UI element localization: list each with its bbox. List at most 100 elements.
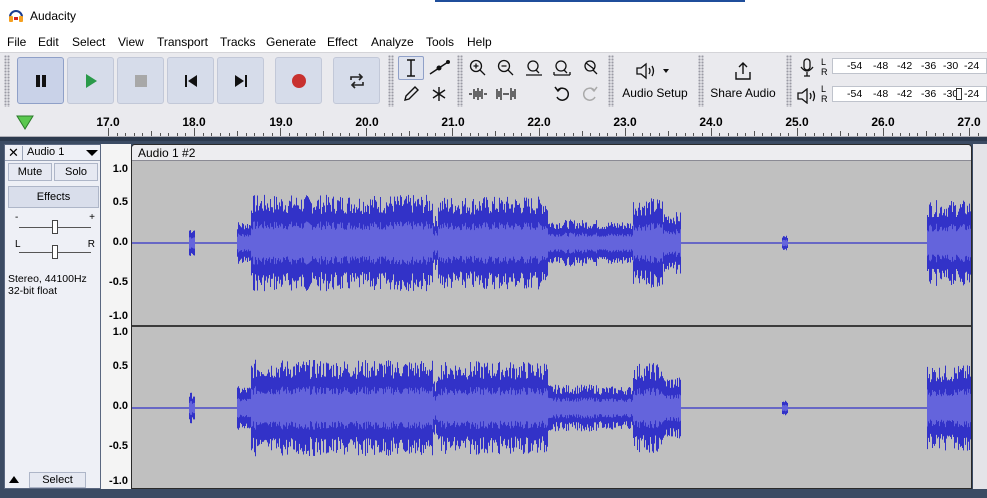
selection-tool-button[interactable]: [398, 56, 424, 80]
menu-analyze[interactable]: Analyze: [371, 35, 414, 49]
ruler-tick: [685, 133, 686, 136]
menu-edit[interactable]: Edit: [38, 35, 59, 49]
menu-transport[interactable]: Transport: [157, 35, 208, 49]
stop-button[interactable]: [117, 57, 164, 104]
toolbar-grip[interactable]: [388, 55, 394, 107]
playback-meter[interactable]: -54 -48 -42 -36 -30 -24: [832, 86, 987, 102]
fit-project-button[interactable]: [549, 56, 575, 80]
ruler-tick: [418, 133, 419, 136]
multi-tool-button[interactable]: [426, 82, 452, 106]
draw-tool-button[interactable]: [398, 82, 424, 106]
trim-audio-button[interactable]: [465, 82, 491, 106]
ruler-label: 26.0: [871, 115, 895, 129]
collapse-track-icon[interactable]: [9, 476, 19, 483]
zoom-out-button[interactable]: [493, 56, 519, 80]
solo-button[interactable]: Solo: [54, 163, 98, 181]
title-accent-line: [435, 0, 745, 2]
ruler-tick: [142, 133, 143, 136]
track-name: Audio 1: [27, 146, 65, 158]
ruler-tick: [151, 131, 152, 136]
ruler-tick: [530, 133, 531, 136]
pause-icon: [35, 74, 46, 87]
meter-tick: -54: [847, 88, 863, 100]
meter-tick: -54: [847, 60, 863, 72]
meter-tick: -24: [964, 88, 980, 100]
loop-button[interactable]: [333, 57, 380, 104]
effects-button[interactable]: Effects: [8, 186, 99, 208]
skip-to-start-button[interactable]: [167, 57, 214, 104]
zoom-in-button[interactable]: [465, 56, 491, 80]
ruler-tick: [513, 133, 514, 136]
meter-tick: -30: [943, 60, 959, 72]
play-head-triangle-icon[interactable]: [15, 114, 35, 131]
record-meter[interactable]: -54 -48 -42 -36 -30 -24: [832, 58, 987, 74]
playback-volume-thumb[interactable]: [956, 88, 962, 100]
skip-to-end-button[interactable]: [217, 57, 264, 104]
track-format-bits: 32-bit float: [8, 285, 58, 297]
meter-tick: -42: [897, 60, 913, 72]
ruler-tick: [444, 133, 445, 136]
zoom-in-icon: [469, 59, 486, 76]
ruler-tick: [211, 133, 212, 136]
scale-label: -0.5: [109, 440, 128, 452]
gain-slider[interactable]: - +: [15, 212, 95, 234]
clip-title-bar[interactable]: Audio 1 #2: [132, 145, 971, 161]
menu-help[interactable]: Help: [467, 35, 492, 49]
meter-tick: -48: [873, 88, 889, 100]
audio-setup-button[interactable]: Audio Setup: [617, 55, 693, 107]
ruler-tick: [668, 131, 669, 136]
meter-tick: -42: [897, 88, 913, 100]
menu-tracks[interactable]: Tracks: [220, 35, 256, 49]
speaker-icon: [636, 62, 669, 80]
fit-selection-button[interactable]: [521, 56, 547, 80]
gain-slider-thumb[interactable]: [52, 220, 58, 234]
envelope-tool-button[interactable]: [426, 56, 452, 80]
toolbar-grip[interactable]: [4, 55, 10, 107]
timeline-ruler[interactable]: 17.0 18.0 19.0 20.0 21.0 22.0 23.0 24.0 …: [0, 110, 987, 137]
pause-button[interactable]: [17, 57, 64, 104]
redo-button[interactable]: [577, 82, 603, 106]
toolbar-grip[interactable]: [608, 55, 614, 107]
close-track-icon[interactable]: ✕: [8, 145, 19, 161]
menu-effect[interactable]: Effect: [327, 35, 357, 49]
record-button[interactable]: [275, 57, 322, 104]
toolbar-grip[interactable]: [698, 55, 704, 107]
menu-view[interactable]: View: [118, 35, 144, 49]
undo-icon: [554, 86, 570, 101]
record-meter-channels: L R: [821, 57, 828, 77]
record-meter-left-label: L: [821, 57, 827, 67]
zoom-toggle-button[interactable]: [577, 56, 603, 80]
playback-speaker-icon[interactable]: [797, 88, 817, 104]
menu-bar: File Edit Select View Transport Tracks G…: [0, 31, 987, 52]
ruler-tick: [780, 133, 781, 136]
pan-slider[interactable]: L R: [15, 239, 95, 259]
ruler-tick: [409, 131, 410, 136]
audio-clip[interactable]: Audio 1 #2: [131, 144, 972, 489]
undo-button[interactable]: [549, 82, 575, 106]
select-track-button[interactable]: Select: [29, 472, 86, 488]
play-button[interactable]: [67, 57, 114, 104]
vertical-scrollbar[interactable]: [973, 144, 987, 489]
mute-button[interactable]: Mute: [8, 163, 52, 181]
toolbar-area: Audio Setup Share Audio L R -54 -48 -42 …: [0, 52, 987, 110]
silence-audio-button[interactable]: [493, 82, 519, 106]
ruler-tick: [728, 133, 729, 136]
zoom-selection-icon: [526, 60, 542, 76]
ruler-tick: [590, 133, 591, 136]
ruler-tick: [237, 131, 238, 136]
ruler-tick: [315, 133, 316, 136]
menu-file[interactable]: File: [7, 35, 26, 49]
toolbar-grip[interactable]: [786, 55, 792, 107]
pan-slider-thumb[interactable]: [52, 245, 58, 259]
menu-tools[interactable]: Tools: [426, 35, 454, 49]
toolbar-grip[interactable]: [457, 55, 463, 107]
playback-meter-right-label: R: [821, 94, 828, 104]
track-menu-button[interactable]: Audio 1: [22, 146, 102, 160]
share-upload-icon: [735, 62, 751, 80]
ruler-tick: [401, 133, 402, 136]
microphone-icon[interactable]: [799, 58, 815, 78]
menu-select[interactable]: Select: [72, 35, 105, 49]
ruler-tick: [340, 133, 341, 136]
menu-generate[interactable]: Generate: [266, 35, 316, 49]
share-audio-button[interactable]: Share Audio: [706, 55, 780, 107]
